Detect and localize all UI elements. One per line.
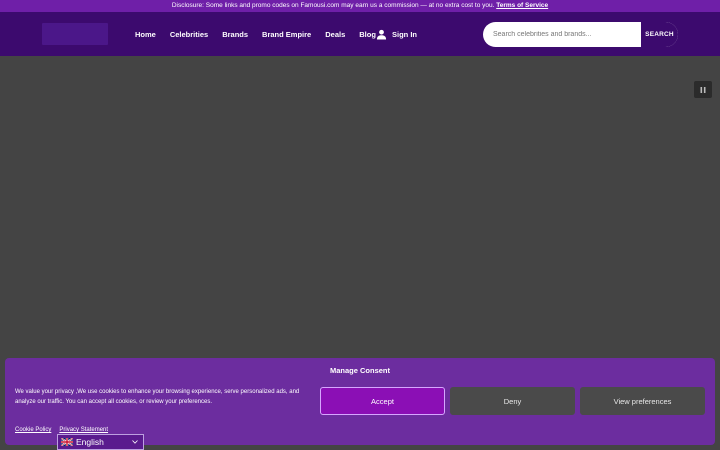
uk-flag-icon bbox=[61, 438, 73, 446]
main-nav: Home Celebrities Brands Brand Empire Dea… bbox=[135, 12, 390, 56]
language-selector[interactable]: English bbox=[57, 434, 144, 450]
deny-button[interactable]: Deny bbox=[450, 387, 575, 415]
consent-message: We value your privacy ,We use cookies to… bbox=[15, 389, 300, 405]
view-preferences-button[interactable]: View preferences bbox=[580, 387, 705, 415]
nav-item-deals[interactable]: Deals bbox=[325, 30, 345, 39]
nav-item-home[interactable]: Home bbox=[135, 30, 156, 39]
terms-of-service-link[interactable]: Terms of Service bbox=[496, 2, 548, 9]
consent-title: Manage Consent bbox=[329, 366, 390, 375]
site-header: Home Celebrities Brands Brand Empire Dea… bbox=[0, 12, 720, 56]
nav-item-brands[interactable]: Brands bbox=[222, 30, 248, 39]
chevron-down-icon bbox=[132, 440, 138, 444]
language-label: English bbox=[76, 437, 104, 447]
sign-in-link[interactable]: Sign In bbox=[376, 28, 417, 40]
accept-button[interactable]: Accept bbox=[320, 387, 445, 415]
sign-in-label: Sign In bbox=[392, 29, 417, 39]
user-icon bbox=[376, 29, 387, 40]
nav-item-blog[interactable]: Blog bbox=[359, 30, 376, 39]
pause-button[interactable] bbox=[694, 81, 712, 98]
search-input[interactable] bbox=[483, 22, 641, 47]
nav-item-brand-empire[interactable]: Brand Empire bbox=[262, 30, 311, 39]
search-form: SEARCH bbox=[483, 22, 678, 47]
pause-icon bbox=[700, 86, 706, 93]
disclosure-text: Disclosure: Some links and promo codes o… bbox=[171, 2, 495, 9]
disclosure-bar: Disclosure: Some links and promo codes o… bbox=[0, 0, 720, 12]
nav-item-celebrities[interactable]: Celebrities bbox=[170, 30, 208, 39]
cookie-consent-panel: Manage Consent We value your privacy ,We… bbox=[5, 358, 715, 445]
consent-links: Cookie Policy Privacy Statement bbox=[15, 427, 116, 433]
cookie-policy-link[interactable]: Cookie Policy bbox=[15, 427, 51, 433]
privacy-statement-link[interactable]: Privacy Statement bbox=[59, 427, 108, 433]
search-button[interactable]: SEARCH bbox=[641, 22, 678, 47]
site-logo[interactable] bbox=[42, 23, 108, 45]
